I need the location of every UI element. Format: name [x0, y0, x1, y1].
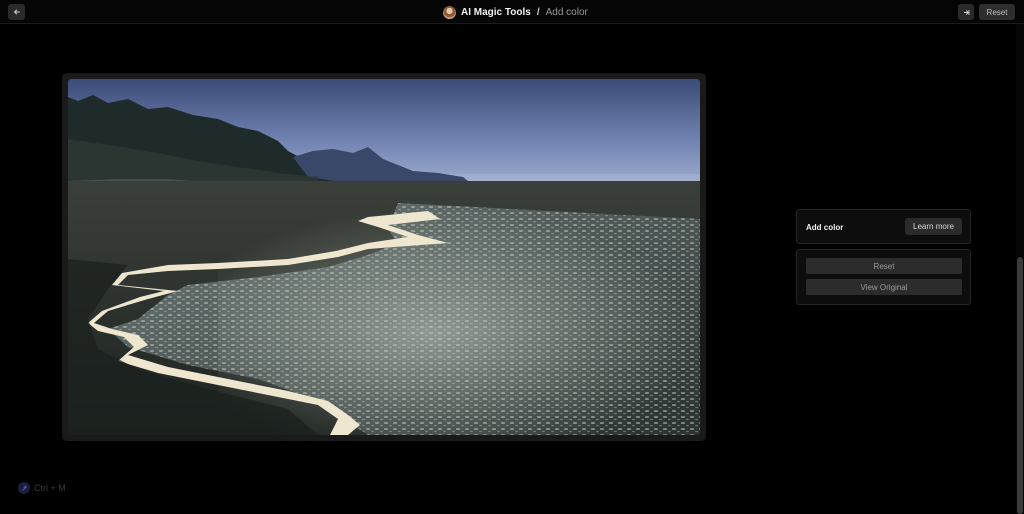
shortcut-hint[interactable]: Ctrl + M	[18, 481, 66, 495]
editor-root: AI Magic Tools / Add color Reset Add col…	[0, 0, 1024, 514]
expand-button[interactable]	[958, 4, 974, 20]
panel-reset-button[interactable]: Reset	[806, 258, 962, 274]
scrollbar-thumb[interactable]	[1017, 257, 1023, 514]
reset-button[interactable]: Reset	[979, 4, 1015, 20]
breadcrumb: AI Magic Tools / Add color	[443, 5, 588, 19]
beach-photo-image	[68, 79, 700, 435]
breadcrumb-tool[interactable]: AI Magic Tools	[461, 7, 531, 18]
arrow-left-icon	[13, 9, 20, 15]
breadcrumb-separator: /	[536, 6, 540, 18]
add-color-panel-header: Add color Learn more	[796, 209, 971, 244]
breadcrumb-current-page: Add color	[545, 6, 588, 18]
panel-title: Add color	[806, 223, 844, 232]
avatar	[443, 5, 456, 19]
beach-photo[interactable]	[68, 79, 700, 435]
magic-icon	[18, 482, 30, 494]
add-color-panel-actions: Reset View Original	[796, 249, 971, 305]
shortcut-label: Ctrl + M	[34, 483, 66, 493]
view-original-button[interactable]: View Original	[806, 279, 962, 295]
top-bar: AI Magic Tools / Add color Reset	[0, 0, 1024, 24]
back-button[interactable]	[8, 4, 25, 20]
learn-more-button[interactable]: Learn more	[905, 218, 962, 235]
expand-icon	[963, 9, 969, 15]
